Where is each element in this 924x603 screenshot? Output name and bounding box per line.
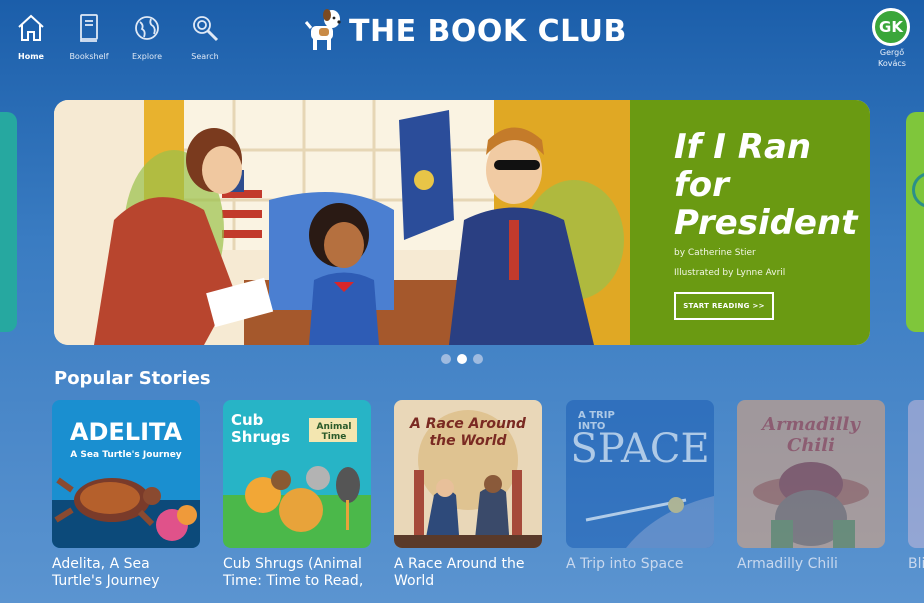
cover-title: A Race Around the World — [410, 416, 526, 449]
carousel-dot-1[interactable] — [441, 354, 451, 364]
nav-label: Explore — [131, 52, 163, 61]
avatar: GK — [872, 8, 910, 46]
featured-book-banner[interactable]: If I Ran for President by Catherine Stie… — [54, 100, 870, 345]
profile-menu[interactable]: GK Gergő Kovács — [872, 8, 912, 68]
carousel-next-slide[interactable] — [906, 112, 924, 332]
nav-bookshelf[interactable]: Bookshelf — [62, 10, 116, 61]
book-cover: A TRIP INTO SPACE — [566, 400, 714, 548]
book-title-line1: Armadilly Chili — [737, 556, 838, 572]
hero-book-title: If I Ran for President — [674, 127, 858, 243]
book-card-partial[interactable]: Bli — [908, 400, 924, 573]
profile-name-first: Gergő — [879, 48, 905, 57]
book-card-race-around-the-world[interactable]: A Race Around the World A Race Around th… — [394, 400, 542, 590]
book-title-line1: Bli — [908, 556, 924, 572]
nav-label: Home — [18, 52, 44, 61]
book-title-line1: A Trip into Space — [566, 556, 684, 572]
book-title-line1: Cub Shrugs (Animal — [223, 556, 362, 572]
brand-logo[interactable]: THE BOOK CLUB — [304, 6, 627, 56]
carousel-indicator — [441, 354, 489, 364]
book-card-adelita[interactable]: ADELITA A Sea Turtle's Journey Adelita, … — [52, 400, 200, 590]
book-title-line2: World — [394, 573, 435, 589]
brand-title: THE BOOK CLUB — [349, 13, 627, 49]
book-title-line1: A Race Around the — [394, 556, 525, 572]
nav-home[interactable]: Home — [4, 10, 58, 61]
book-title-line2: Turtle's Journey — [52, 573, 160, 589]
nav-explore[interactable]: Explore — [120, 10, 174, 61]
book-cover: A Race Around the World — [394, 400, 542, 548]
nav-search[interactable]: Search — [178, 10, 232, 61]
hero-info-panel: If I Ran for President by Catherine Stie… — [630, 100, 870, 345]
globe-icon — [120, 10, 174, 46]
carousel-dot-3[interactable] — [473, 354, 483, 364]
book-card-armadilly-chili[interactable]: Armadilly Chili Armadilly Chili — [737, 400, 885, 573]
cover-subtitle: A Sea Turtle's Journey — [70, 450, 182, 460]
book-cover: Cub Shrugs Animal Time — [223, 400, 371, 548]
hero-illustrator: Illustrated by Lynne Avril — [674, 268, 786, 278]
carousel-dot-2[interactable] — [457, 354, 467, 364]
cover-title: SPACE — [570, 426, 710, 472]
cover-title: ADELITA — [69, 418, 183, 446]
nav-label: Search — [191, 52, 219, 61]
book-cover: Armadilly Chili — [737, 400, 885, 548]
dog-mascot-icon — [304, 6, 343, 56]
book-title-line2: Time: Time to Read, — [223, 573, 364, 589]
book-card-cub-shrugs[interactable]: Cub Shrugs Animal Time Cub Shrugs (Anima… — [223, 400, 371, 590]
start-reading-button[interactable]: START READING >> — [674, 292, 774, 320]
section-title-popular: Popular Stories — [54, 368, 211, 389]
book-title-line1: Adelita, A Sea — [52, 556, 150, 572]
book-cover — [908, 400, 924, 548]
nav-label: Bookshelf — [69, 52, 109, 61]
home-icon — [4, 10, 58, 46]
profile-name-last: Kovács — [878, 59, 906, 68]
hero-author: by Catherine Stier — [674, 248, 756, 258]
carousel-prev-slide[interactable] — [0, 112, 17, 332]
cover-title: Armadilly Chili — [762, 414, 860, 456]
cover-subtitle: Animal Time — [316, 422, 352, 442]
book-icon — [62, 10, 116, 46]
top-nav: Home Bookshelf Explore Search — [0, 10, 232, 61]
hero-illustration — [54, 100, 634, 345]
book-card-trip-into-space[interactable]: A TRIP INTO SPACE A Trip into Space — [566, 400, 714, 573]
book-cover: ADELITA A Sea Turtle's Journey — [52, 400, 200, 548]
search-icon — [178, 10, 232, 46]
cover-title: Cub Shrugs — [231, 411, 291, 446]
